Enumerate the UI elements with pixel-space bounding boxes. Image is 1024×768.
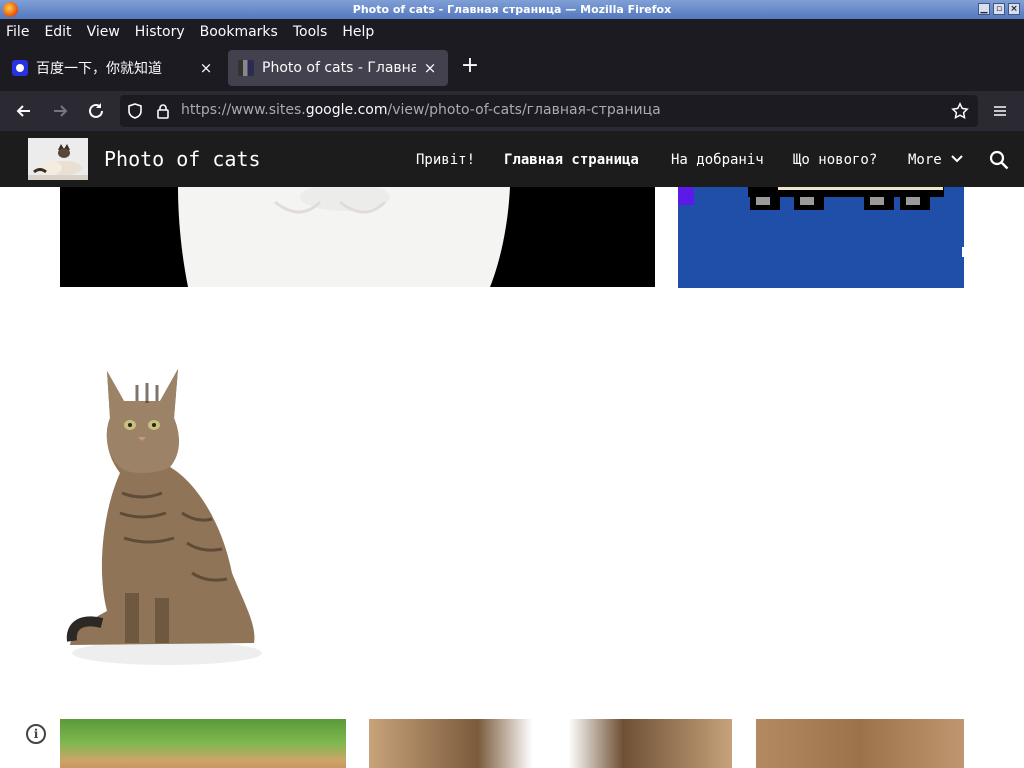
menu-bar: File Edit View History Bookmarks Tools H…	[0, 19, 1024, 45]
close-tab-icon[interactable]: ×	[422, 59, 438, 77]
tab-photo-of-cats[interactable]: Photo of cats - Главная страница ×	[228, 50, 448, 86]
menu-bookmarks[interactable]: Bookmarks	[200, 24, 278, 40]
menu-file[interactable]: File	[6, 24, 29, 40]
site-nav-whats-new[interactable]: Що нового?	[793, 152, 877, 168]
menu-help[interactable]: Help	[342, 24, 374, 40]
tabby-cat-photo[interactable]	[62, 363, 272, 673]
tab-label: 百度一下，你就知道	[36, 61, 162, 77]
address-bar[interactable]: https://www.sites.google.com/view/photo-…	[120, 95, 978, 127]
window-titlebar: Photo of cats - Главная страница — Mozil…	[0, 0, 1024, 19]
chevron-down-icon	[951, 155, 963, 163]
menu-history[interactable]: History	[135, 24, 185, 40]
fluffy-cat-closeup-photo[interactable]	[369, 719, 732, 768]
window-title: Photo of cats - Главная страница — Mozil…	[352, 3, 672, 16]
site-header: Photo of cats Привіт! Главная страница Н…	[0, 131, 1024, 187]
firefox-icon	[3, 2, 18, 17]
back-arrow-icon[interactable]	[13, 100, 35, 122]
star-icon[interactable]	[951, 102, 969, 120]
tab-baidu[interactable]: 百度一下，你就知道 ×	[2, 50, 224, 86]
forward-arrow-icon[interactable]	[49, 100, 71, 122]
search-icon[interactable]	[988, 149, 1010, 171]
shield-icon[interactable]	[126, 102, 144, 120]
site-nav-more[interactable]: More	[908, 152, 964, 168]
site-logo-cat-image[interactable]	[28, 138, 88, 180]
info-icon[interactable]: i	[26, 724, 46, 744]
more-label: More	[908, 152, 942, 168]
tab-strip: 百度一下，你就知道 × Photo of cats - Главная стра…	[0, 45, 1024, 91]
window-controls: ▁ ▫ ×	[978, 3, 1020, 15]
site-title[interactable]: Photo of cats	[104, 147, 261, 171]
menu-edit[interactable]: Edit	[44, 24, 71, 40]
hamburger-menu-icon[interactable]	[989, 100, 1011, 122]
url-text[interactable]: https://www.sites.google.com/view/photo-…	[181, 102, 661, 118]
page-content: i	[0, 187, 1024, 768]
url-domain: google.com	[305, 102, 388, 118]
site-nav-privit[interactable]: Привіт!	[416, 152, 475, 168]
new-tab-button[interactable]: +	[459, 53, 481, 78]
navigation-toolbar: https://www.sites.google.com/view/photo-…	[0, 91, 1024, 131]
lock-icon[interactable]	[154, 102, 172, 120]
tab-label: Photo of cats - Главная страница	[262, 60, 416, 76]
menu-tools[interactable]: Tools	[293, 24, 328, 40]
minimize-button[interactable]: ▁	[978, 3, 990, 15]
site-nav-home[interactable]: Главная страница	[504, 152, 639, 168]
cat-in-grass-photo[interactable]	[60, 719, 346, 768]
cat-in-box-photo[interactable]	[756, 719, 964, 768]
url-prefix: https://www.sites.	[181, 102, 306, 118]
white-cat-photo[interactable]	[60, 187, 655, 287]
site-nav-good-night[interactable]: На добраніч	[671, 152, 764, 168]
url-path: /view/photo-of-cats/главная-страница	[387, 102, 661, 118]
pixel-art-image[interactable]	[678, 187, 964, 288]
close-window-button[interactable]: ×	[1008, 3, 1020, 15]
maximize-button[interactable]: ▫	[993, 3, 1005, 15]
close-tab-icon[interactable]: ×	[198, 59, 214, 77]
reload-icon[interactable]	[85, 100, 107, 122]
menu-view[interactable]: View	[87, 24, 120, 40]
cats-site-favicon-icon	[238, 60, 254, 76]
baidu-paw-icon	[12, 60, 28, 76]
